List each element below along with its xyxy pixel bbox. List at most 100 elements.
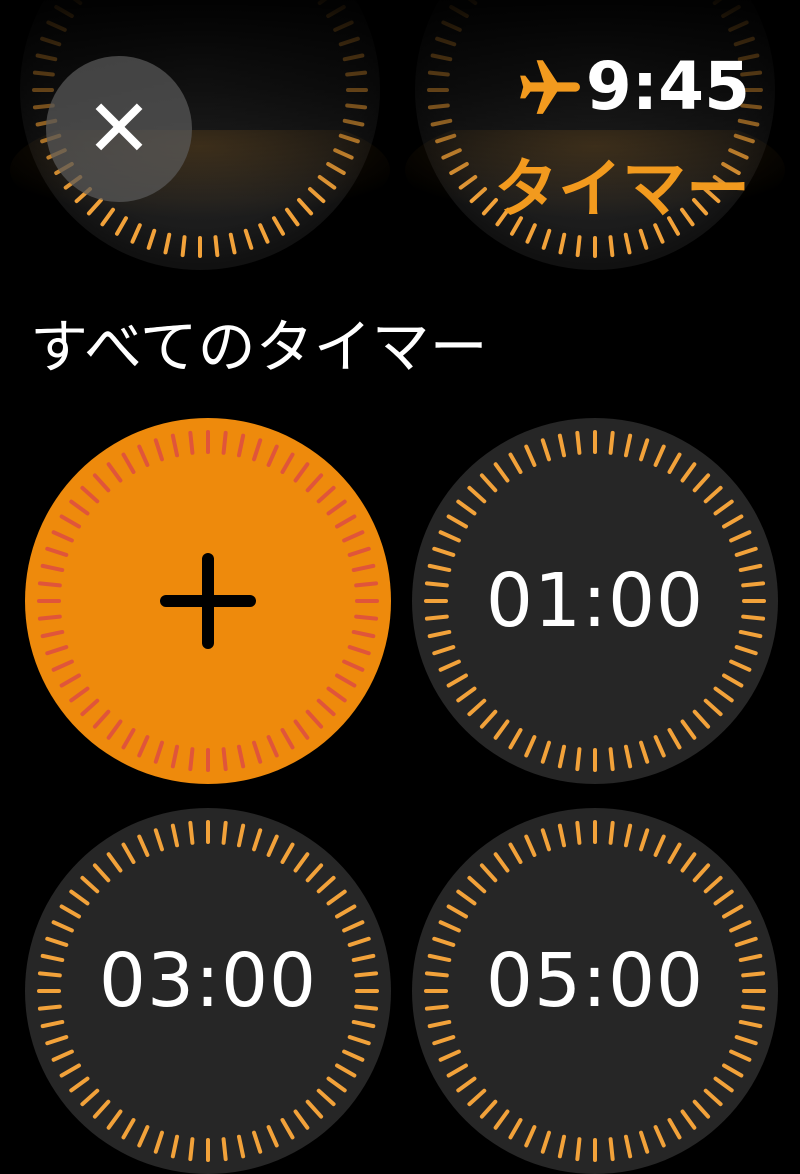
dial-tick xyxy=(623,433,633,458)
dial-tick xyxy=(354,614,379,621)
dial-tick xyxy=(40,36,62,47)
dial-tick xyxy=(317,174,337,190)
dial-tick xyxy=(59,904,81,919)
dial-tick xyxy=(115,216,128,236)
dial-tick xyxy=(252,438,263,462)
dial-tick xyxy=(280,728,295,750)
dial-tick xyxy=(32,70,55,77)
dial-tick xyxy=(734,645,758,656)
dial-tick xyxy=(623,823,633,848)
dial-tick xyxy=(524,834,537,857)
dial-tick xyxy=(734,546,758,557)
dial-tick xyxy=(45,1035,69,1046)
dial-tick xyxy=(326,499,347,516)
dial-tick xyxy=(456,889,477,906)
dial-tick xyxy=(351,629,376,639)
dial-tick xyxy=(608,430,615,455)
dial-tick xyxy=(540,740,551,764)
timer-preset-1min[interactable]: 01:00 xyxy=(412,418,778,784)
dial-tick xyxy=(493,1109,510,1130)
dial-tick xyxy=(137,834,150,857)
dial-tick xyxy=(153,438,164,462)
dial-tick xyxy=(438,530,461,543)
dial-tick xyxy=(575,1137,582,1162)
dial-tick xyxy=(106,1109,123,1130)
dial-tick xyxy=(692,863,711,883)
dial-tick xyxy=(335,904,357,919)
dial-tick xyxy=(35,53,58,62)
dial-tick xyxy=(153,1130,164,1154)
section-title: すべてのタイマー xyxy=(30,313,488,381)
dial-tick xyxy=(316,1088,336,1107)
dial-tick xyxy=(213,235,220,258)
dial-tick xyxy=(80,698,100,717)
dial-tick xyxy=(121,1118,136,1140)
dial-tick xyxy=(575,235,582,258)
dial-tick xyxy=(180,235,187,258)
dial-tick xyxy=(80,485,100,504)
timer-preset-5min[interactable]: 05:00 xyxy=(412,808,778,1174)
dial-tick xyxy=(703,485,723,504)
add-timer-button[interactable] xyxy=(25,418,391,784)
dial-tick xyxy=(721,5,741,18)
dial-tick xyxy=(713,499,734,516)
close-button[interactable]: ✕ xyxy=(46,56,192,202)
dial-tick xyxy=(667,842,682,864)
dial-tick xyxy=(347,645,371,656)
dial-tick xyxy=(51,920,74,933)
dial-tick xyxy=(703,875,723,894)
dial-tick xyxy=(316,485,336,504)
dial-tick xyxy=(446,673,468,688)
dial-tick xyxy=(427,103,450,110)
dial-tick xyxy=(446,904,468,919)
dial-tick xyxy=(293,1109,310,1130)
close-icon: ✕ xyxy=(85,82,153,175)
app-title: タイマー xyxy=(494,153,750,227)
dial-tick xyxy=(446,1063,468,1078)
dial-tick xyxy=(153,828,164,852)
dial-tick xyxy=(703,698,723,717)
dial-tick xyxy=(347,546,371,557)
dial-tick xyxy=(80,1088,100,1107)
dial-tick xyxy=(86,197,103,216)
dial-tick xyxy=(441,148,462,160)
dial-tick xyxy=(449,162,469,175)
dial-tick xyxy=(557,1134,567,1159)
dial-tick xyxy=(326,889,347,906)
timer-preset-3min[interactable]: 03:00 xyxy=(25,808,391,1174)
status-bar: 9:45 xyxy=(516,48,750,125)
dial-tick xyxy=(575,430,582,455)
dial-tick xyxy=(713,686,734,703)
dial-tick xyxy=(258,223,270,244)
dial-tick xyxy=(121,728,136,750)
dial-tick xyxy=(40,563,65,573)
timer-preset-label: 03:00 xyxy=(98,938,318,1024)
dial-tick xyxy=(92,1099,111,1119)
dial-tick xyxy=(51,659,74,672)
dial-tick xyxy=(266,1125,279,1148)
dial-tick xyxy=(316,875,336,894)
dial-tick xyxy=(722,673,744,688)
dial-tick xyxy=(469,187,488,204)
dial-tick xyxy=(435,36,457,47)
dial-tick xyxy=(221,747,228,772)
dial-tick xyxy=(130,223,142,244)
dial-tick xyxy=(557,433,567,458)
dial-tick xyxy=(92,863,111,883)
dial-tick xyxy=(236,433,246,458)
dial-tick xyxy=(45,546,69,557)
dial-tick xyxy=(170,744,180,769)
dial-tick xyxy=(623,232,632,255)
dial-tick xyxy=(342,118,365,127)
dial-tick xyxy=(430,53,453,62)
dial-tick xyxy=(69,889,90,906)
dial-tick xyxy=(432,1035,456,1046)
dial-tick xyxy=(456,686,477,703)
dial-tick xyxy=(342,530,365,543)
dial-tick xyxy=(540,438,551,462)
dial-tick xyxy=(692,473,711,493)
dial-tick xyxy=(280,1118,295,1140)
dial-tick xyxy=(493,462,510,483)
dial-tick xyxy=(345,103,368,110)
dial-tick xyxy=(170,1134,180,1159)
